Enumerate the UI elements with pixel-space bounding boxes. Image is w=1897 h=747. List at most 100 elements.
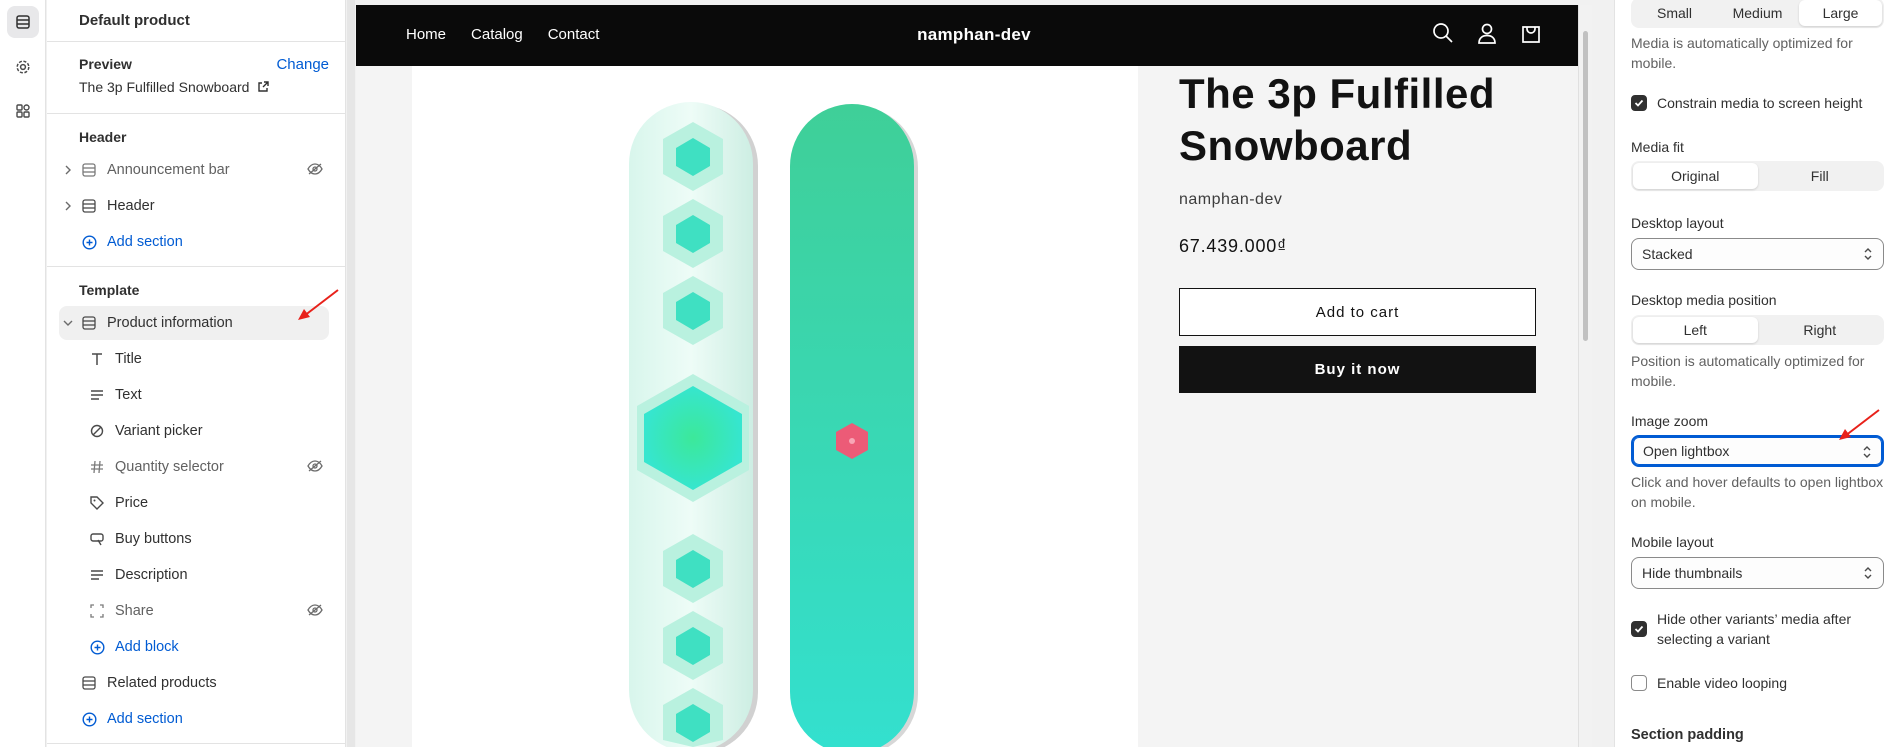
section-label: Announcement bar [107, 162, 230, 178]
sections-icon[interactable] [7, 6, 39, 38]
settings-panel: Small Medium Large Media is automaticall… [1614, 0, 1897, 747]
block-label: Buy buttons [115, 531, 192, 547]
section-icon [81, 676, 97, 690]
plus-circle-icon [89, 639, 105, 655]
store-header: Home Catalog Contact namphan-dev [356, 5, 1592, 66]
block-title[interactable]: Title [59, 342, 329, 376]
add-to-cart-button[interactable]: Add to cart [1179, 288, 1536, 336]
media-size-segmented: Small Medium Large [1631, 0, 1884, 28]
media-fit-segmented: Original Fill [1631, 161, 1884, 191]
media-size-small[interactable]: Small [1633, 0, 1716, 26]
section-padding-heading: Section padding [1631, 727, 1744, 743]
account-icon[interactable] [1476, 22, 1498, 44]
block-buy-buttons[interactable]: Buy buttons [59, 522, 329, 556]
media-fit-original[interactable]: Original [1633, 163, 1758, 189]
add-section-header[interactable]: Add section [59, 225, 329, 259]
block-share[interactable]: Share [59, 594, 329, 628]
video-loop-checkbox[interactable] [1631, 675, 1647, 691]
desktop-layout-select[interactable]: Stacked [1631, 238, 1884, 270]
constrain-checkbox[interactable] [1631, 95, 1647, 111]
section-icon [81, 163, 97, 177]
block-variant-picker[interactable]: Variant picker [59, 414, 329, 448]
section-related-products[interactable]: Related products [59, 666, 329, 700]
select-value: Open lightbox [1643, 443, 1730, 459]
template-group-label: Template [79, 282, 140, 298]
block-description[interactable]: Description [59, 558, 329, 592]
price-icon [89, 496, 105, 510]
product-price: 67.439.000₫ [1179, 236, 1288, 256]
scroll-thumb[interactable] [1583, 31, 1588, 341]
position-help: Position is automatically optimized for … [1631, 353, 1865, 389]
hide-variants-checkbox[interactable] [1631, 621, 1647, 637]
buy-it-now-button[interactable]: Buy it now [1179, 346, 1536, 393]
store-logo[interactable]: namphan-dev [356, 25, 1592, 45]
desktop-layout-label: Desktop layout [1631, 215, 1724, 231]
header-icons [1432, 22, 1542, 44]
product-vendor: namphan-dev [1179, 191, 1283, 208]
sections-sidebar: Default product Preview Change The 3p Fu… [47, 0, 346, 747]
block-text[interactable]: Text [59, 378, 329, 412]
plus-circle-icon [81, 234, 97, 250]
section-product-information[interactable]: Product information [59, 306, 329, 340]
mobile-layout-select[interactable]: Hide thumbnails [1631, 557, 1884, 589]
search-icon[interactable] [1432, 22, 1454, 44]
block-label: Share [115, 603, 154, 619]
add-section-template[interactable]: Add section [59, 702, 329, 736]
block-label: Text [115, 387, 142, 403]
external-link-icon[interactable] [257, 81, 270, 93]
add-block-label: Add block [115, 639, 179, 655]
media-size-large[interactable]: Large [1799, 0, 1882, 26]
block-label: Quantity selector [115, 459, 224, 475]
header-group-label: Header [79, 129, 127, 145]
eye-hidden-icon[interactable] [307, 459, 323, 477]
chevron-right-icon[interactable] [61, 201, 75, 211]
section-label: Related products [107, 675, 217, 691]
media-position-segmented: Left Right [1631, 315, 1884, 345]
chevron-right-icon[interactable] [61, 165, 75, 175]
hash-icon [89, 460, 105, 474]
buy-icon [89, 532, 105, 546]
title-icon [89, 352, 105, 366]
media-position-left[interactable]: Left [1633, 317, 1758, 343]
select-arrows-icon [1864, 248, 1872, 260]
snowboard-image[interactable] [412, 66, 1138, 747]
image-zoom-label: Image zoom [1631, 413, 1709, 429]
section-header[interactable]: Header [59, 189, 329, 223]
chevron-down-icon[interactable] [61, 319, 75, 327]
section-label: Header [107, 198, 155, 214]
cart-icon[interactable] [1520, 22, 1542, 44]
store-preview: Home Catalog Contact namphan-dev The 3p … [356, 5, 1592, 747]
block-label: Variant picker [115, 423, 203, 439]
text-icon [89, 388, 105, 402]
change-preview-link[interactable]: Change [276, 56, 329, 73]
add-block-button[interactable]: Add block [59, 630, 329, 664]
constrain-label: Constrain media to screen height [1657, 95, 1863, 111]
annotation-arrow-icon [1839, 409, 1880, 440]
add-section-label: Add section [107, 234, 183, 250]
block-label: Title [115, 351, 142, 367]
block-quantity-selector[interactable]: Quantity selector [59, 450, 329, 484]
media-size-help: Media is automatically optimized for mob… [1631, 35, 1853, 71]
block-price[interactable]: Price [59, 486, 329, 520]
share-icon [89, 604, 105, 618]
sidebar-scrollbar[interactable] [347, 0, 355, 747]
section-label: Product information [107, 315, 233, 331]
preview-product[interactable]: The 3p Fulfilled Snowboard [79, 79, 270, 95]
zoom-help: Click and hover defaults to open lightbo… [1631, 474, 1884, 510]
settings-gear-icon[interactable] [7, 51, 39, 83]
product-media[interactable] [412, 66, 1138, 747]
apps-icon[interactable] [7, 95, 39, 127]
preview-scrollbar[interactable] [1578, 5, 1592, 747]
eye-hidden-icon[interactable] [307, 162, 323, 180]
media-fit-fill[interactable]: Fill [1758, 163, 1883, 189]
media-size-medium[interactable]: Medium [1716, 0, 1799, 26]
divider [47, 743, 346, 744]
add-section-label: Add section [107, 711, 183, 727]
eye-hidden-icon[interactable] [307, 603, 323, 621]
panel-gutter [1593, 0, 1614, 747]
select-value: Stacked [1642, 246, 1693, 262]
section-announcement-bar[interactable]: Announcement bar [59, 153, 329, 187]
variant-icon [89, 424, 105, 438]
media-position-right[interactable]: Right [1758, 317, 1883, 343]
checkmark-icon [1634, 99, 1644, 107]
